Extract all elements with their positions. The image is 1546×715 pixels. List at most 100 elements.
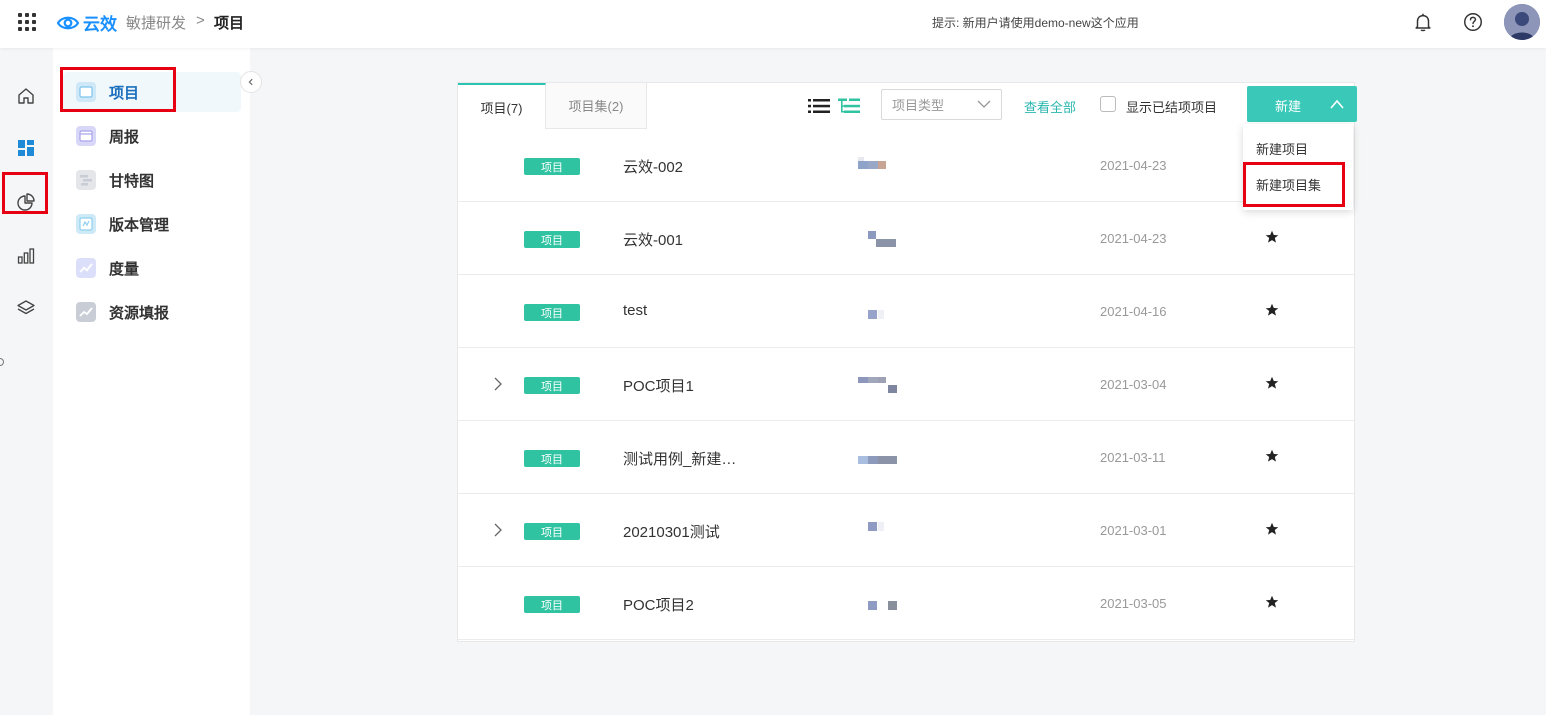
yunxiao-logo-icon [56,16,80,29]
bell-icon[interactable] [1412,11,1434,33]
member-avatars [858,157,902,173]
layers-icon [17,300,35,315]
version-icon [75,213,97,235]
nav-label-gantt: 甘特图 [109,172,155,190]
new-button-label: 新建 [1275,99,1302,114]
collapse-sidebar-button[interactable] [240,71,262,93]
project-name[interactable]: 测试用例_新建… [623,448,736,469]
project-date: 2021-04-16 [1100,304,1167,319]
table-row[interactable]: 项目 test 2021-04-16 [458,275,1354,348]
chevron-left-icon [248,78,253,86]
rail-home[interactable] [0,76,52,116]
nav-label-version: 版本管理 [109,216,170,234]
project-rows: 项目 云效-002 2021-04-23 项目 云效-001 2021-04-23 项目 te… [458,129,1354,640]
chevron-right-icon[interactable] [492,376,504,392]
project-date: 2021-03-04 [1100,377,1167,392]
nav-item-version[interactable]: 版本管理 [63,204,241,244]
breadcrumb-current: 项目 [214,15,245,32]
rail-dashboard[interactable] [0,128,52,168]
brand-name: 云效 [83,15,117,34]
brand-logo[interactable]: 云效 [56,10,117,35]
project-date: 2021-03-11 [1100,450,1166,465]
list-view-icon[interactable] [808,97,830,115]
tree-view-icon[interactable] [838,97,860,115]
table-row[interactable]: 项目 20210301测试 2021-03-01 [458,494,1354,567]
project-name[interactable]: POC项目2 [623,594,694,615]
dropdown-highlight-box [1243,162,1345,207]
chevron-down-icon [977,100,991,108]
calendar-icon [75,125,97,147]
hint-text: 提示: 新用户请使用demo-new这个应用 [932,16,1139,30]
nav-highlight-box [60,67,176,112]
star-icon[interactable] [1265,303,1279,317]
member-avatars [858,522,902,538]
top-bar: 云效 敏捷研发 > 项目 提示: 新用户请使用demo-new这个应用 [0,0,1546,48]
menu-item-new-project[interactable]: 新建项目 [1243,131,1353,165]
project-type-placeholder: 项目类型 [892,98,945,113]
tab-bar: 项目(7) 项目集(2) [458,83,647,129]
view-all-link[interactable]: 查看全部 [1024,97,1076,116]
rail-highlight-box [2,172,48,214]
project-name[interactable]: 云效-001 [623,229,683,250]
avatar-image [1504,4,1540,40]
dashboard-icon [18,140,34,156]
star-icon[interactable] [1265,376,1279,390]
project-tag: 项目 [524,450,580,467]
star-icon[interactable] [1265,595,1279,609]
gantt-icon [75,169,97,191]
project-tag: 项目 [524,596,580,613]
icon-rail [0,48,52,715]
help-icon[interactable] [1462,11,1484,33]
member-avatars [858,303,902,319]
table-row[interactable]: 项目 云效-002 2021-04-23 [458,129,1354,202]
show-closed-checkbox[interactable] [1100,96,1116,112]
nav-item-gantt[interactable]: 甘特图 [63,160,241,200]
project-tag: 项目 [524,523,580,540]
member-avatars [858,595,902,611]
star-icon[interactable] [1265,449,1279,463]
rail-bar-chart[interactable] [0,236,52,276]
table-row[interactable]: 项目 POC项目2 2021-03-05 [458,567,1354,640]
nav-item-metrics[interactable]: 度量 [63,248,241,288]
tab-projects[interactable]: 项目(7) [458,83,546,129]
project-date: 2021-04-23 [1100,231,1167,246]
project-date: 2021-03-01 [1100,523,1167,538]
project-date: 2021-04-23 [1100,158,1167,173]
chevron-up-icon[interactable] [1329,98,1345,110]
project-tag: 项目 [524,231,580,248]
nav-item-weekly-report[interactable]: 周报 [63,116,241,156]
show-closed-label[interactable]: 显示已结项项目 [1126,97,1217,116]
project-name[interactable]: 云效-002 [623,156,683,177]
project-tag: 项目 [524,304,580,321]
project-name[interactable]: POC项目1 [623,375,694,396]
project-date: 2021-03-05 [1100,596,1167,611]
rail-layers[interactable] [0,288,52,328]
breadcrumb-app[interactable]: 敏捷研发 [126,12,186,33]
bar-chart-icon [17,248,35,264]
project-tag: 项目 [524,377,580,394]
project-name[interactable]: test [623,302,647,319]
project-tag: 项目 [524,158,580,175]
tab-project-sets[interactable]: 项目集(2) [546,83,647,129]
member-avatars [858,449,902,465]
star-icon[interactable] [1265,230,1279,244]
chevron-right-icon[interactable] [492,522,504,538]
nav-label-resources: 资源填报 [109,304,170,322]
home-icon [18,88,34,104]
member-avatars [858,376,902,393]
app-grid-icon[interactable] [18,13,36,31]
nav-item-resources[interactable]: 资源填报 [63,292,241,332]
new-button[interactable]: 新建 [1247,86,1357,122]
project-type-select[interactable]: 项目类型 [881,89,1002,120]
avatar[interactable] [1504,4,1540,40]
table-row[interactable]: 项目 云效-001 2021-04-23 [458,202,1354,275]
secondary-nav: 项目 周报 甘特图 版本管理 度量 资源填报 [53,48,250,715]
project-list-panel: 项目(7) 项目集(2) 项目类型 查看全部 显示已结项项目 新建 项目云效-0… [457,82,1357,642]
star-icon[interactable] [1265,522,1279,536]
project-name[interactable]: 20210301测试 [623,521,720,542]
table-row[interactable]: 项目 POC项目1 2021-03-04 [458,348,1354,421]
table-row[interactable]: 项目 测试用例_新建… 2021-03-11 [458,421,1354,494]
member-avatars [858,230,902,247]
resource-icon [75,301,97,323]
metrics-icon [75,257,97,279]
